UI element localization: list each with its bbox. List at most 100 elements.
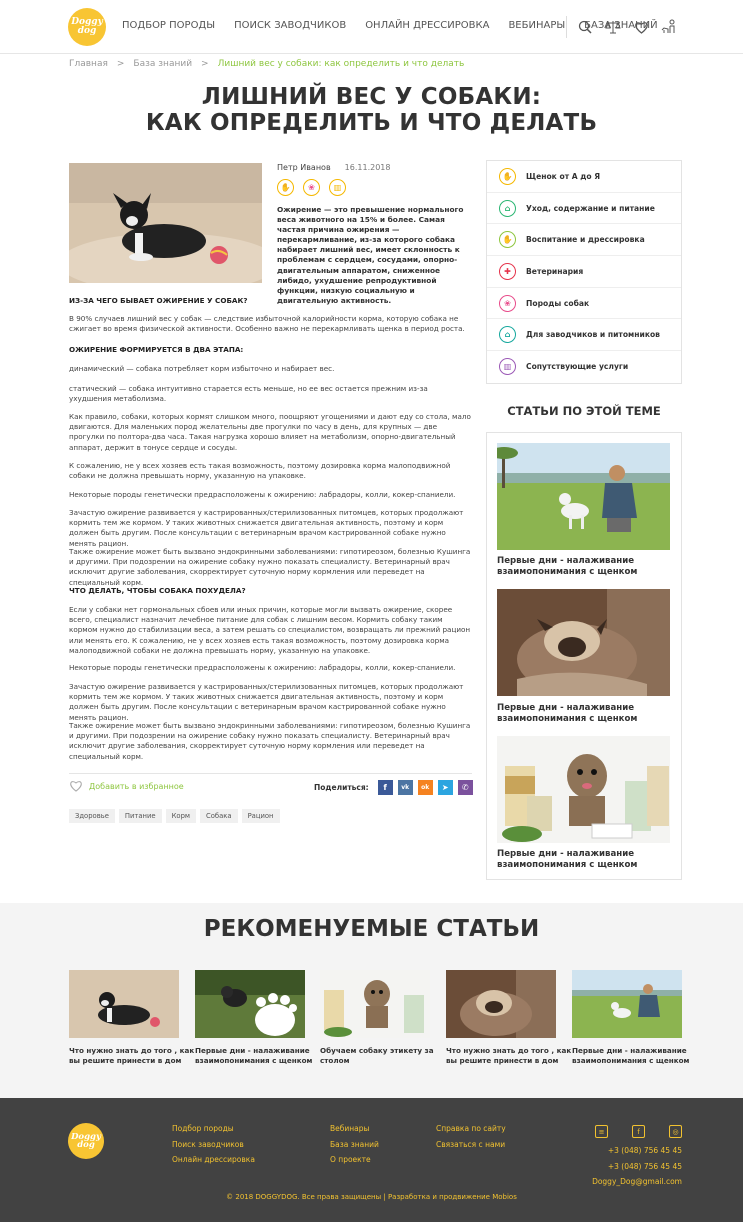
sidebar-item-label: Щенок от А до Я <box>526 171 601 181</box>
tag[interactable]: Собака <box>200 809 238 823</box>
related-image[interactable] <box>497 589 670 696</box>
footer-link[interactable]: Подбор породы <box>172 1121 255 1137</box>
page-title: ЛИШНИЙ ВЕС У СОБАКИ: КАК ОПРЕДЕЛИТЬ И ЧТО… <box>0 84 743 136</box>
caption-line: взаимопонимания с щенком <box>497 714 638 724</box>
footer-link[interactable]: Связаться с нами <box>436 1137 506 1153</box>
caption-line: Первые дни - налаживание <box>195 1046 310 1055</box>
facebook-icon[interactable]: f <box>632 1125 645 1138</box>
recommended-caption[interactable]: Первые дни - налаживание взаимопонимания … <box>572 1046 689 1065</box>
scales-icon[interactable] <box>605 19 621 35</box>
telegram-icon[interactable]: ➤ <box>437 780 453 795</box>
related-image[interactable] <box>497 443 670 550</box>
recommended-caption[interactable]: Обучаем собаку этикету за столом <box>320 1046 434 1065</box>
article-lead: Ожирение — это превышение нормального ве… <box>277 205 464 305</box>
paragraph: Также ожирение может быть вызвано эндокр… <box>69 547 471 587</box>
recommended-image[interactable] <box>446 970 556 1038</box>
tag[interactable]: Корм <box>165 809 197 823</box>
add-to-favorites-button[interactable]: Добавить в избранное <box>69 780 184 792</box>
breadcrumb-home[interactable]: Главная <box>69 59 108 69</box>
caption-line: Первые дни - налаживание <box>497 703 635 713</box>
caption-line: вы решите принести в дом <box>446 1055 559 1065</box>
footer-col-3: Справка по сайту Связаться с нами <box>436 1121 506 1152</box>
tag[interactable]: Питание <box>118 809 162 823</box>
caption-line: взаимопонимания с щенком <box>497 567 638 577</box>
paragraph: В 90% случаев лишний вес у собак — следс… <box>69 314 465 334</box>
food-category-icon[interactable]: ▥ <box>329 179 346 196</box>
related-caption[interactable]: Первые дни - налаживание взаимопонимания … <box>497 703 637 725</box>
paragraph: Зачастую ожирение развивается у кастриро… <box>69 682 464 722</box>
nav-breeder-search[interactable]: ПОИСК ЗАВОДЧИКОВ <box>234 20 346 31</box>
footer-logo[interactable]: Doggy dog <box>68 1123 104 1159</box>
training-category-icon[interactable]: ✋ <box>277 179 294 196</box>
odnoklassniki-icon[interactable]: ok <box>417 780 433 795</box>
footer-link[interactable]: Справка по сайту <box>436 1121 506 1137</box>
recommended-image[interactable] <box>195 970 305 1038</box>
recommended-image[interactable] <box>572 970 682 1038</box>
puppy-icon: ✋ <box>499 167 516 185</box>
heading-causes: ИЗ-ЗА ЧЕГО БЫВАЕТ ОЖИРЕНИЕ У СОБАК? <box>69 296 472 306</box>
logo-text: dog <box>77 1140 95 1150</box>
recommended-caption[interactable]: Что нужно знать до того , как вы решите п… <box>69 1046 194 1065</box>
article-author[interactable]: Петр Иванов <box>277 163 331 172</box>
services-icon: ▥ <box>499 358 516 376</box>
site-logo[interactable]: Doggy dog <box>68 8 106 46</box>
breadcrumb-section[interactable]: База знаний <box>133 59 192 69</box>
training-icon: ✋ <box>499 231 516 249</box>
paragraph: статический — собака интуитивно стараетс… <box>69 384 428 404</box>
vk-icon[interactable]: vk <box>397 780 413 795</box>
footer-contacts: +3 (048) 756 45 45 +3 (048) 756 45 45 Do… <box>592 1143 682 1190</box>
recommended-caption[interactable]: Что нужно знать до того , как вы решите п… <box>446 1046 571 1065</box>
title-line: ЛИШНИЙ ВЕС У СОБАКИ: <box>201 84 542 110</box>
footer-link[interactable]: Онлайн дрессировка <box>172 1152 255 1168</box>
dog-user-icon[interactable] <box>661 19 677 35</box>
heading-what-to-do: ЧТО ДЕЛАТЬ, ЧТОБЫ СОБАКА ПОХУДЕЛА? <box>69 586 472 596</box>
sidebar-item-care[interactable]: ⌂ Уход, содержание и питание <box>487 193 681 225</box>
paw-category-icon[interactable]: ❀ <box>303 179 320 196</box>
paragraph: динамический — собака потребляет корм из… <box>69 364 335 373</box>
footer-col-2: Вебинары База знаний О проекте <box>330 1121 379 1168</box>
related-image[interactable] <box>497 736 670 843</box>
recommended-image[interactable] <box>69 970 179 1038</box>
document-icon[interactable]: ≡ <box>595 1125 608 1138</box>
footer-col-1: Подбор породы Поиск заводчиков Онлайн др… <box>172 1121 255 1168</box>
facebook-icon[interactable]: f <box>377 780 393 795</box>
heart-icon[interactable] <box>633 19 649 35</box>
footer-phone[interactable]: +3 (048) 756 45 45 <box>592 1143 682 1159</box>
caption-line: взаимопонимания с щенком <box>572 1055 690 1065</box>
share-bar: Поделиться: f vk ok ➤ ✆ <box>314 780 473 795</box>
nav-online-training[interactable]: ОНЛАЙН ДРЕССИРОВКА <box>365 20 489 31</box>
recommended-image[interactable] <box>320 970 430 1038</box>
breadcrumb-current: Лишний вес у собаки: как определить и чт… <box>217 59 465 69</box>
logo-text: dog <box>77 26 97 36</box>
sidebar-item-breeds[interactable]: ❀ Породы собак <box>487 288 681 320</box>
sidebar-item-puppy[interactable]: ✋ Щенок от А до Я <box>487 161 681 193</box>
section-heading: ЧТО ДЕЛАТЬ, ЧТОБЫ СОБАКА ПОХУДЕЛА? <box>69 586 246 595</box>
instagram-icon[interactable]: ◎ <box>669 1125 682 1138</box>
footer-link[interactable]: О проекте <box>330 1152 379 1168</box>
sidebar-categories: ✋ Щенок от А до Я ⌂ Уход, содержание и пит… <box>486 160 682 384</box>
sidebar-item-label: Для заводчиков и питомников <box>526 330 660 340</box>
caption-line: взаимопонимания с щенком <box>497 860 638 870</box>
sidebar-item-vet[interactable]: ✚ Ветеринария <box>487 256 681 288</box>
viber-icon[interactable]: ✆ <box>457 780 473 795</box>
footer-link[interactable]: Вебинары <box>330 1121 379 1137</box>
sidebar-item-services[interactable]: ▥ Сопутствующие услуги <box>487 351 681 383</box>
recommended-caption[interactable]: Первые дни - налаживание взаимопонимания … <box>195 1046 312 1065</box>
search-icon[interactable] <box>577 19 593 35</box>
tag[interactable]: Рацион <box>241 809 280 823</box>
related-caption[interactable]: Первые дни - налаживание взаимопонимания … <box>497 556 637 578</box>
recommended-title: РЕКОМЕНУЕМЫЕ СТАТЬИ <box>203 916 540 942</box>
footer-link[interactable]: База знаний <box>330 1137 379 1153</box>
footer-email[interactable]: Doggy_Dog@gmail.com <box>592 1174 682 1190</box>
footer-phone[interactable]: +3 (048) 756 45 45 <box>592 1159 682 1175</box>
sidebar-item-breeders[interactable]: ⌂ Для заводчиков и питомников <box>487 319 681 352</box>
title-line: КАК ОПРЕДЕЛИТЬ И ЧТО ДЕЛАТЬ <box>145 110 598 136</box>
nav-webinars[interactable]: ВЕБИНАРЫ <box>508 20 565 31</box>
care-icon: ⌂ <box>499 199 516 217</box>
caption-line: столом <box>320 1055 350 1065</box>
nav-breed-selection[interactable]: ПОДБОР ПОРОДЫ <box>122 20 215 31</box>
sidebar-item-training[interactable]: ✋ Воспитание и дрессировка <box>487 224 681 257</box>
tag[interactable]: Здоровье <box>69 809 115 823</box>
related-caption[interactable]: Первые дни - налаживание взаимопонимания … <box>497 849 637 871</box>
footer-link[interactable]: Поиск заводчиков <box>172 1137 255 1153</box>
